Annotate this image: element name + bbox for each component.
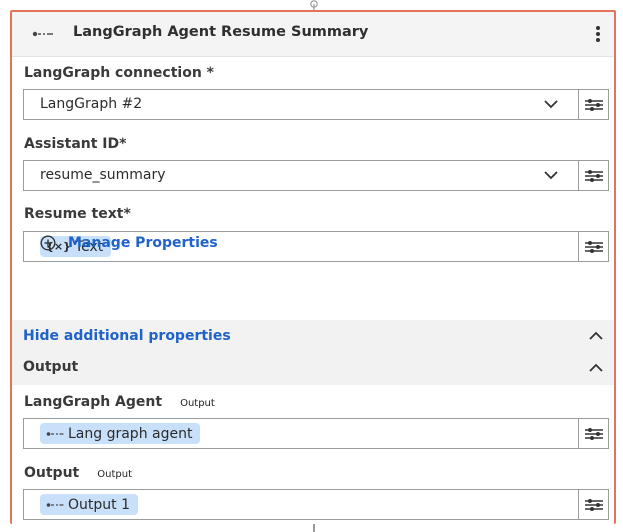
connector-bottom-icon <box>313 524 315 532</box>
output-sublabel: Output <box>97 469 132 480</box>
output-label-text: Output <box>24 465 80 481</box>
node-title: LangGraph Agent Resume Summary <box>73 24 369 40</box>
connection-select[interactable]: LangGraph #2 <box>23 89 578 120</box>
resume-text-options-button[interactable] <box>578 231 609 262</box>
output-chip[interactable]: Output 1 <box>40 494 138 515</box>
output-section-title: Output <box>23 359 79 375</box>
assistant-id-select[interactable]: resume_summary <box>23 160 578 191</box>
manage-properties-button[interactable]: Manage Properties <box>40 235 218 251</box>
additional-properties-bar: Hide additional properties <box>12 320 614 352</box>
chevron-down-icon <box>544 171 558 180</box>
output-options-button[interactable] <box>578 489 609 520</box>
connection-options-button[interactable] <box>578 89 609 120</box>
assistant-id-value: resume_summary <box>40 167 166 183</box>
langgraph-agent-options-button[interactable] <box>578 418 609 449</box>
manage-properties-label: Manage Properties <box>68 235 218 251</box>
connection-value: LangGraph #2 <box>40 96 143 112</box>
plus-circle-icon <box>40 235 56 251</box>
settings-sliders-icon <box>585 428 603 440</box>
langgraph-agent-label: LangGraph Agent Output <box>24 394 215 410</box>
settings-sliders-icon <box>585 170 603 182</box>
assistant-id-options-button[interactable] <box>578 160 609 191</box>
connection-label: LangGraph connection * <box>24 65 214 81</box>
chevron-up-icon[interactable] <box>589 331 603 341</box>
resume-text-label: Resume text* <box>24 206 131 222</box>
agent-link-icon <box>32 31 53 37</box>
settings-sliders-icon <box>585 241 603 253</box>
agent-link-icon <box>46 502 64 507</box>
output-chip-label: Output 1 <box>68 496 130 513</box>
node-header: LangGraph Agent Resume Summary <box>12 12 614 57</box>
agent-link-icon <box>46 431 64 436</box>
langgraph-agent-sublabel: Output <box>180 398 215 409</box>
output-panel: LangGraph Agent Output Lang graph agent <box>12 385 614 524</box>
chevron-up-icon[interactable] <box>589 363 603 373</box>
hide-additional-properties-link[interactable]: Hide additional properties <box>23 328 231 344</box>
output-section-header: Output <box>12 352 614 385</box>
langgraph-agent-field[interactable]: Lang graph agent <box>23 418 578 449</box>
assistant-id-label: Assistant ID* <box>24 136 127 152</box>
output-field[interactable]: Output 1 <box>23 489 578 520</box>
settings-sliders-icon <box>585 99 603 111</box>
output-label: Output Output <box>24 465 132 481</box>
langgraph-agent-chip-label: Lang graph agent <box>68 425 193 442</box>
properties-panel: LangGraph connection * LangGraph #2 Assi… <box>12 57 614 320</box>
kebab-menu-icon[interactable] <box>593 26 603 44</box>
langgraph-agent-label-text: LangGraph Agent <box>24 394 163 410</box>
settings-sliders-icon <box>585 499 603 511</box>
connector-top-icon <box>310 0 318 10</box>
chevron-down-icon <box>544 100 558 109</box>
node-card: LangGraph Agent Resume Summary LangGraph… <box>10 10 616 524</box>
langgraph-agent-chip[interactable]: Lang graph agent <box>40 423 201 444</box>
